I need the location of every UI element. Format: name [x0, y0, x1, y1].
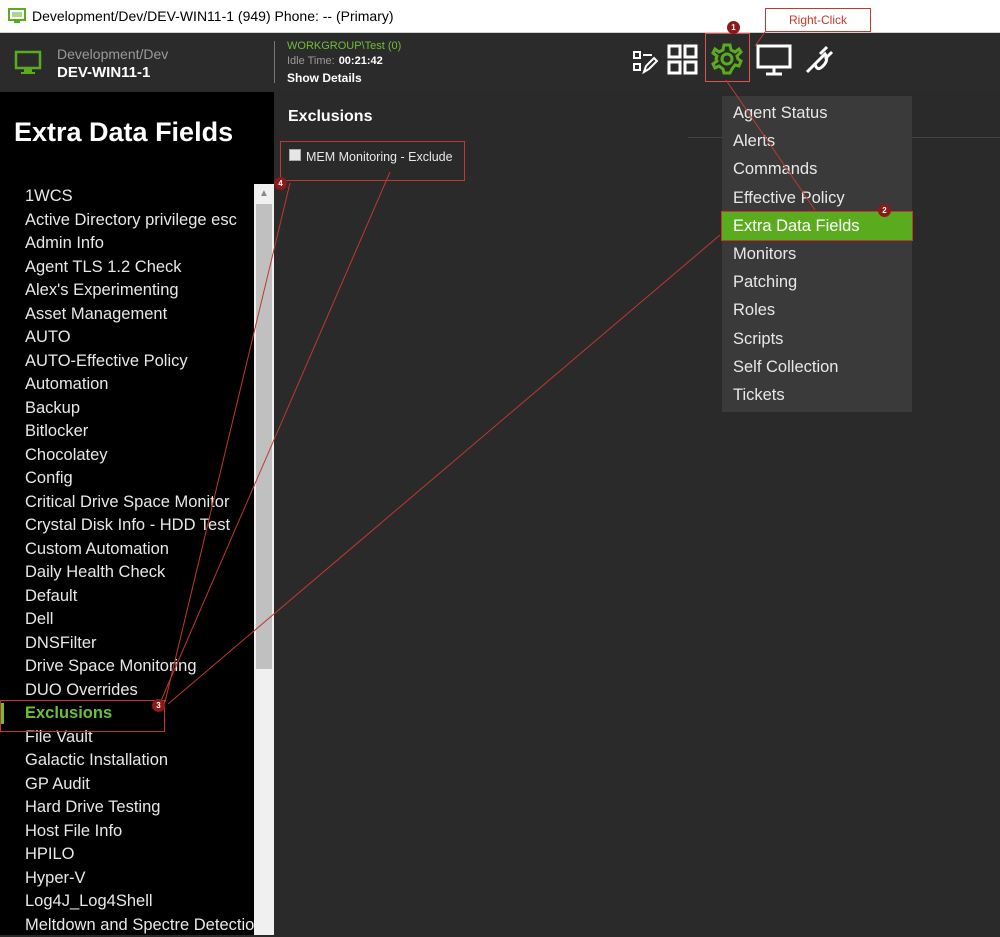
sidebar-item[interactable]: Active Directory privilege esc	[0, 209, 254, 233]
context-menu-list: Agent StatusAlertsCommandsEffective Poli…	[722, 99, 912, 409]
context-menu-item[interactable]: Monitors	[722, 240, 912, 268]
sidebar-title: Extra Data Fields	[14, 117, 233, 148]
context-menu-item[interactable]: Roles	[722, 296, 912, 324]
idle-value: 00:21:42	[339, 55, 383, 67]
sidebar-item[interactable]: Custom Automation	[0, 538, 254, 562]
context-menu-item[interactable]: Alerts	[722, 127, 912, 155]
sidebar-item[interactable]: Agent TLS 1.2 Check	[0, 256, 254, 280]
step-badge-3: 3	[152, 699, 165, 712]
context-menu: Agent StatusAlertsCommandsEffective Poli…	[722, 96, 912, 412]
sidebar-item[interactable]: Host File Info	[0, 820, 254, 844]
sidebar-item[interactable]: Asset Management	[0, 303, 254, 327]
extra-data-field-list: 1WCSActive Directory privilege escAdmin …	[0, 185, 254, 937]
right-click-callout: Right-Click	[765, 8, 871, 32]
sidebar-item[interactable]: Automation	[0, 373, 254, 397]
agent-header: Development/Dev DEV-WIN11-1 WORKGROUP\Te…	[0, 33, 1000, 92]
step-badge-1: 1	[727, 21, 740, 34]
scroll-thumb[interactable]	[256, 204, 272, 669]
context-menu-item[interactable]: Self Collection	[722, 353, 912, 381]
computer-icon	[14, 49, 42, 77]
monitor-icon[interactable]	[756, 44, 792, 76]
sidebar-item[interactable]: Meltdown and Spectre Detection	[0, 914, 254, 937]
sidebar-item[interactable]: Admin Info	[0, 232, 254, 256]
group-path: Development/Dev	[57, 46, 168, 62]
context-menu-item[interactable]: Commands	[722, 155, 912, 183]
section-title: Exclusions	[288, 108, 372, 126]
window-title: Development/Dev/DEV-WIN11-1 (949) Phone:…	[32, 8, 394, 24]
computer-name: DEV-WIN11-1	[57, 64, 150, 81]
sidebar-item[interactable]: Chocolatey	[0, 444, 254, 468]
sidebar-item[interactable]: AUTO	[0, 326, 254, 350]
mem-monitoring-checkbox[interactable]	[289, 149, 301, 161]
sidebar-item[interactable]: Critical Drive Space Monitor	[0, 491, 254, 515]
sidebar-item[interactable]: DNSFilter	[0, 632, 254, 656]
gear-icon[interactable]	[710, 42, 744, 76]
sidebar: Extra Data Fields 1WCSActive Directory p…	[0, 92, 274, 935]
sidebar-item[interactable]: Hyper-V	[0, 867, 254, 891]
idle-label: Idle Time:	[287, 55, 335, 67]
sidebar-item[interactable]: AUTO-Effective Policy	[0, 350, 254, 374]
workgroup-link[interactable]: WORKGROUP\Test (0)	[287, 40, 401, 52]
sidebar-item[interactable]: Hard Drive Testing	[0, 796, 254, 820]
edit-icon[interactable]	[632, 50, 658, 76]
sidebar-item[interactable]: Log4J_Log4Shell	[0, 890, 254, 914]
sidebar-item[interactable]: DUO Overrides	[0, 679, 254, 703]
mem-monitoring-label: MEM Monitoring - Exclude	[306, 150, 453, 164]
sidebar-item[interactable]: Daily Health Check	[0, 561, 254, 585]
context-menu-item[interactable]: Tickets	[722, 381, 912, 409]
sidebar-item[interactable]: Bitlocker	[0, 420, 254, 444]
sidebar-item[interactable]: Backup	[0, 397, 254, 421]
context-menu-item[interactable]: Agent Status	[722, 99, 912, 127]
sidebar-item[interactable]: Alex's Experimenting	[0, 279, 254, 303]
context-menu-item[interactable]: Patching	[722, 268, 912, 296]
step-badge-2: 2	[878, 204, 891, 217]
sidebar-item[interactable]: GP Audit	[0, 773, 254, 797]
step-badge-4: 4	[274, 177, 287, 190]
app-monitor-icon	[8, 7, 26, 25]
sidebar-item[interactable]: Drive Space Monitoring	[0, 655, 254, 679]
scroll-up-arrow-icon[interactable]: ▲	[254, 184, 274, 204]
exclusions-highlight	[0, 700, 165, 732]
idle-time: Idle Time: 00:21:42	[287, 55, 383, 67]
header-divider	[274, 41, 275, 83]
show-details-link[interactable]: Show Details	[287, 71, 362, 85]
sidebar-item[interactable]: 1WCS	[0, 185, 254, 209]
context-menu-item[interactable]: Scripts	[722, 325, 912, 353]
sidebar-item[interactable]: Default	[0, 585, 254, 609]
plug-icon[interactable]	[803, 42, 837, 76]
sidebar-item[interactable]: Dell	[0, 608, 254, 632]
sidebar-item[interactable]: HPILO	[0, 843, 254, 867]
sidebar-item[interactable]: Galactic Installation	[0, 749, 254, 773]
sidebar-item[interactable]: Crystal Disk Info - HDD Test	[0, 514, 254, 538]
sidebar-scrollbar[interactable]: ▲	[254, 184, 274, 935]
grid-icon[interactable]	[667, 44, 699, 76]
sidebar-item[interactable]: Config	[0, 467, 254, 491]
